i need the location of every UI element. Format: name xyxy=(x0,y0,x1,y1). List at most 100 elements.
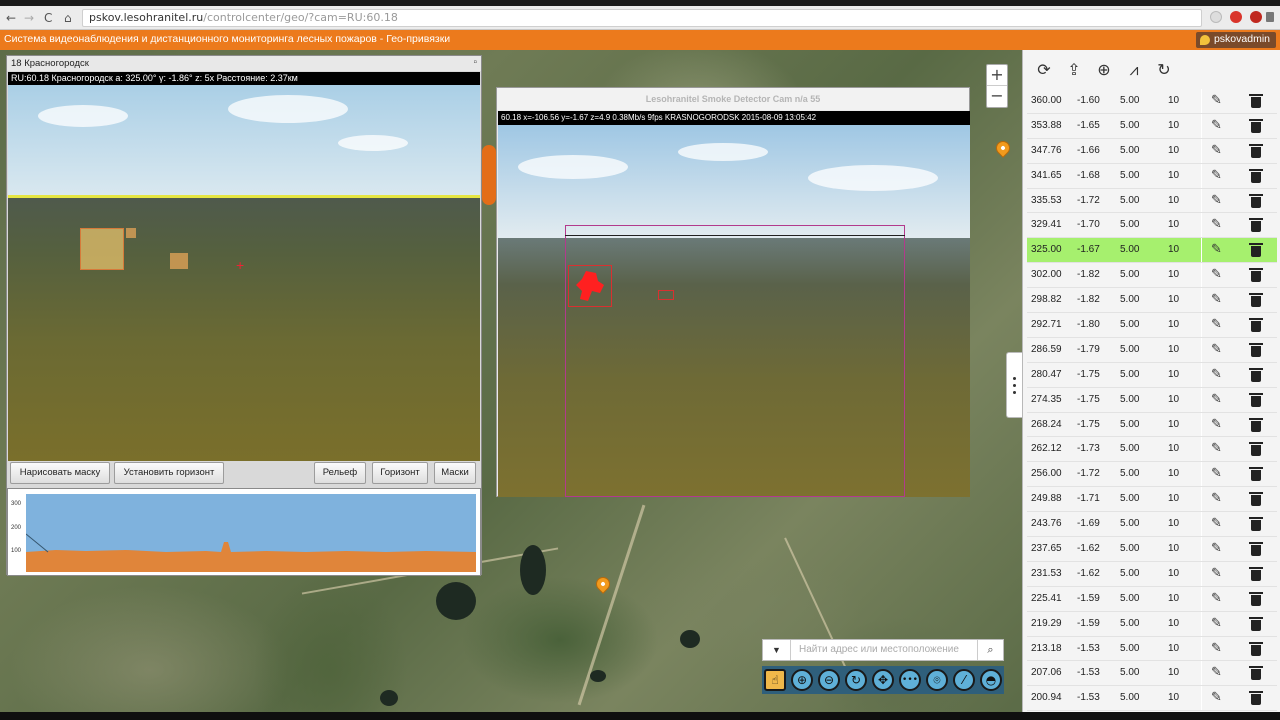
trash-icon[interactable] xyxy=(1249,491,1263,507)
trash-icon[interactable] xyxy=(1249,292,1263,308)
table-row[interactable]: 237.65 -1.62 5.00 10 ✎ xyxy=(1027,537,1277,562)
trash-icon[interactable] xyxy=(1249,193,1263,209)
edit-icon[interactable]: ✎ xyxy=(1211,616,1229,632)
edit-icon[interactable]: ✎ xyxy=(1211,292,1229,308)
trash-icon[interactable] xyxy=(1249,342,1263,358)
edit-icon[interactable]: ✎ xyxy=(1211,317,1229,333)
trash-icon[interactable] xyxy=(1249,267,1263,283)
refresh-icon[interactable]: ⟳ xyxy=(1033,59,1055,81)
table-row[interactable]: 268.24 -1.75 5.00 10 ✎ xyxy=(1027,412,1277,438)
table-row[interactable]: 347.76 -1.66 5.00 10 ✎ xyxy=(1027,138,1277,164)
mask-region[interactable] xyxy=(80,228,124,270)
trash-icon[interactable] xyxy=(1249,690,1263,706)
stop-ext-icon[interactable] xyxy=(1230,11,1242,23)
edit-icon[interactable]: ✎ xyxy=(1211,641,1229,657)
masks-button[interactable]: Маски xyxy=(434,462,476,484)
table-row[interactable]: 213.18 -1.53 5.00 10 ✎ xyxy=(1027,636,1277,662)
trash-icon[interactable] xyxy=(1249,566,1263,582)
draw-mask-button[interactable]: Нарисовать маску xyxy=(10,462,110,484)
zoom-in-tool-icon[interactable]: ⊕ xyxy=(791,669,813,691)
zoom-out-tool-icon[interactable]: ⊖ xyxy=(818,669,840,691)
map-marker-icon[interactable] xyxy=(993,138,1013,158)
forward-button[interactable]: → xyxy=(24,11,34,25)
trash-icon[interactable] xyxy=(1249,93,1263,109)
edit-icon[interactable]: ✎ xyxy=(1211,193,1229,209)
relief-button[interactable]: Рельеф xyxy=(314,462,366,484)
map-marker-icon[interactable] xyxy=(593,574,613,594)
trash-icon[interactable] xyxy=(1249,641,1263,657)
table-row[interactable]: 200.94 -1.53 5.00 10 ✎ xyxy=(1027,686,1277,712)
edit-icon[interactable]: ✎ xyxy=(1211,491,1229,507)
trash-icon[interactable] xyxy=(1249,441,1263,457)
trash-icon[interactable] xyxy=(1249,392,1263,408)
table-row[interactable]: 292.71 -1.80 5.00 10 ✎ xyxy=(1027,313,1277,338)
star-icon[interactable] xyxy=(1210,11,1222,23)
edit-icon[interactable]: ✎ xyxy=(1211,591,1229,607)
table-row[interactable]: 231.53 -1.62 5.00 10 ✎ xyxy=(1027,561,1277,587)
edit-icon[interactable]: ✎ xyxy=(1211,217,1229,233)
table-row[interactable]: 256.00 -1.72 5.00 10 ✎ xyxy=(1027,462,1277,488)
rotate-tool-icon[interactable]: ↻ xyxy=(845,669,867,691)
table-row[interactable]: 286.59 -1.79 5.00 10 ✎ xyxy=(1027,337,1277,363)
table-row[interactable]: 249.88 -1.71 5.00 10 ✎ xyxy=(1027,487,1277,513)
trash-icon[interactable] xyxy=(1249,665,1263,681)
layers-tool-icon[interactable]: ◓ xyxy=(980,669,1002,691)
mask-region[interactable] xyxy=(170,253,188,269)
trash-icon[interactable] xyxy=(1249,168,1263,184)
search-input[interactable]: Найти адрес или местоположение xyxy=(799,644,959,655)
edit-icon[interactable]: ✎ xyxy=(1211,466,1229,482)
edit-icon[interactable]: ✎ xyxy=(1211,93,1229,109)
trash-icon[interactable] xyxy=(1249,242,1263,258)
table-row[interactable]: 274.35 -1.75 5.00 10 ✎ xyxy=(1027,387,1277,413)
line-tool-icon[interactable]: ⁄ xyxy=(953,669,975,691)
table-row[interactable]: 243.76 -1.69 5.00 10 ✎ xyxy=(1027,512,1277,538)
trash-icon[interactable] xyxy=(1249,367,1263,383)
edit-icon[interactable]: ✎ xyxy=(1211,392,1229,408)
table-row[interactable]: 280.47 -1.75 5.00 10 ✎ xyxy=(1027,362,1277,388)
trash-icon[interactable] xyxy=(1249,516,1263,532)
edit-icon[interactable]: ✎ xyxy=(1211,242,1229,258)
home-button[interactable]: ⌂ xyxy=(64,11,72,25)
mask-region[interactable] xyxy=(126,228,136,238)
trash-icon[interactable] xyxy=(1249,466,1263,482)
pan-tool-icon[interactable]: ☝ xyxy=(764,669,786,691)
reload-button[interactable]: C xyxy=(44,11,52,25)
table-row[interactable]: 341.65 -1.68 5.00 10 ✎ xyxy=(1027,163,1277,189)
rotate-icon[interactable]: ↻ xyxy=(1153,59,1175,81)
adblock-icon[interactable] xyxy=(1250,11,1262,23)
edit-icon[interactable]: ✎ xyxy=(1211,143,1229,159)
trash-icon[interactable] xyxy=(1249,118,1263,134)
edit-icon[interactable]: ✎ xyxy=(1211,441,1229,457)
trash-icon[interactable] xyxy=(1249,616,1263,632)
trash-icon[interactable] xyxy=(1249,317,1263,333)
search-dropdown-button[interactable]: ▼ xyxy=(763,640,791,660)
chart-icon[interactable]: ⩘ xyxy=(1123,59,1145,81)
trash-icon[interactable] xyxy=(1249,143,1263,159)
edit-icon[interactable]: ✎ xyxy=(1211,541,1229,557)
trash-icon[interactable] xyxy=(1249,417,1263,433)
smoke-camera-image[interactable] xyxy=(498,125,970,497)
measure-tool-icon[interactable]: ••• xyxy=(899,669,921,691)
point-tool-icon[interactable]: ⌾ xyxy=(926,669,948,691)
table-row[interactable]: 360.00 -1.60 5.00 10 ✎ xyxy=(1027,89,1277,114)
table-row[interactable]: 219.29 -1.59 5.00 10 ✎ xyxy=(1027,611,1277,637)
minimize-icon[interactable]: ▫ xyxy=(473,57,477,68)
edit-icon[interactable]: ✎ xyxy=(1211,665,1229,681)
set-horizon-button[interactable]: Установить горизонт xyxy=(114,462,224,484)
zoom-out-button[interactable]: − xyxy=(987,86,1007,107)
trash-icon[interactable] xyxy=(1249,541,1263,557)
address-bar[interactable]: pskov.lesohranitel.ru/controlcenter/geo/… xyxy=(82,9,1202,27)
zoom-in-button[interactable]: + xyxy=(987,65,1007,86)
trash-icon[interactable] xyxy=(1249,217,1263,233)
edit-icon[interactable]: ✎ xyxy=(1211,566,1229,582)
edit-icon[interactable]: ✎ xyxy=(1211,367,1229,383)
edit-icon[interactable]: ✎ xyxy=(1211,516,1229,532)
table-row[interactable]: 335.53 -1.72 5.00 10 ✎ xyxy=(1027,188,1277,214)
panel-toggle-handle[interactable] xyxy=(1006,352,1022,418)
table-row[interactable]: 325.00 -1.67 5.00 10 ✎ xyxy=(1027,238,1277,264)
edit-icon[interactable]: ✎ xyxy=(1211,118,1229,134)
table-row[interactable]: 302.00 -1.82 5.00 10 ✎ xyxy=(1027,263,1277,289)
table-row[interactable]: 353.88 -1.65 5.00 10 ✎ xyxy=(1027,113,1277,139)
edit-icon[interactable]: ✎ xyxy=(1211,417,1229,433)
table-row[interactable]: 225.41 -1.59 5.00 10 ✎ xyxy=(1027,586,1277,612)
